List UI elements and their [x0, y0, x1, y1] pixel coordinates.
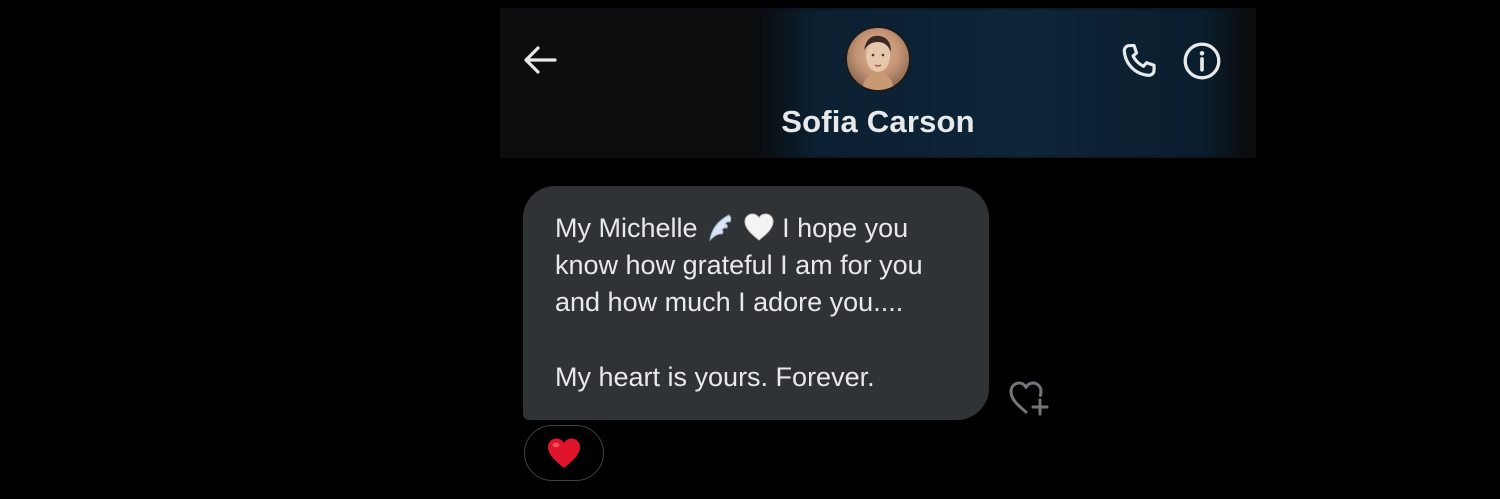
add-reaction-button[interactable]: [1005, 378, 1051, 418]
info-icon: [1183, 42, 1221, 80]
message-line: know how grateful I am for you: [555, 250, 923, 280]
reaction-badge[interactable]: [524, 425, 604, 481]
arrow-left-icon: [524, 46, 557, 74]
message-line: and how much I adore you....: [555, 287, 904, 317]
red-heart-emoji: [548, 438, 580, 468]
avatar[interactable]: [845, 26, 911, 92]
message-spacer: [555, 321, 959, 359]
profile-photo: [862, 35, 894, 90]
contact-name[interactable]: Sofia Carson: [728, 104, 1028, 140]
message-line: My Michelle I hope you: [555, 213, 909, 243]
heart-plus-icon: [1009, 381, 1049, 416]
info-button[interactable]: [1180, 39, 1224, 83]
phone-icon: [1122, 44, 1156, 77]
message-bubble[interactable]: My Michelle I hope you know how grateful…: [523, 186, 989, 420]
back-button[interactable]: [520, 40, 560, 80]
conversation-header: Sofia Carson: [500, 8, 1256, 158]
message-line: My heart is yours. Forever.: [555, 362, 875, 392]
dm-conversation: Sofia Carson My Michelle I hope you know…: [0, 0, 1500, 499]
wing-emoji: [709, 214, 732, 242]
white-heart-emoji: [744, 213, 774, 241]
call-button[interactable]: [1117, 39, 1161, 83]
